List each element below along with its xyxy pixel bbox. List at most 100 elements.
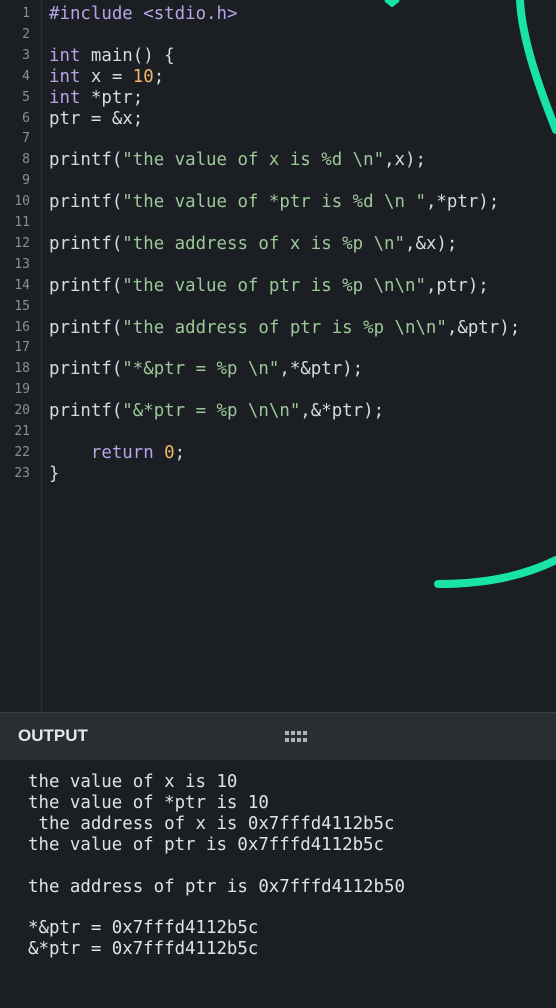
code-token: ,*ptr); (425, 192, 500, 213)
code-text[interactable]: printf("the value of *ptr is %d \n ",*pt… (49, 192, 499, 212)
code-line[interactable]: 21 (0, 422, 556, 442)
code-token: "&*ptr = %p \n\n" (122, 401, 301, 422)
code-token: "the address of x is %p \n" (122, 233, 405, 254)
code-line[interactable]: 15 (0, 297, 556, 317)
output-line: the address of ptr is 0x7fffd4112b50 (28, 876, 405, 897)
code-text[interactable]: printf("the address of ptr is %p \n\n",&… (49, 318, 520, 338)
code-token: } (49, 463, 60, 484)
code-token: printf( (49, 359, 123, 380)
code-token: ,&x); (405, 233, 458, 254)
line-number: 17 (14, 340, 30, 356)
code-line[interactable]: 7 (0, 129, 556, 149)
line-number: 15 (14, 298, 30, 314)
code-token: ; (174, 442, 186, 463)
code-token: printf( (49, 401, 123, 422)
code-line[interactable]: 18 printf("*&ptr = %p \n",*&ptr); (0, 359, 556, 379)
code-token: "the value of x is %d \n" (122, 150, 385, 171)
line-number: 4 (22, 68, 30, 84)
code-line[interactable]: 13 (0, 255, 556, 275)
code-token: int (49, 45, 81, 66)
code-token: ptr = &x; (49, 108, 144, 129)
code-token: 0 (164, 442, 175, 463)
line-number: 22 (14, 444, 30, 460)
code-token: #include <stdio.h> (49, 4, 238, 24)
code-token: printf( (49, 317, 123, 338)
code-line[interactable]: 3 int main() { (0, 46, 556, 66)
code-line[interactable]: 9 (0, 171, 556, 191)
code-token: 10 (132, 66, 154, 87)
code-text[interactable]: int main() { (49, 46, 175, 66)
code-token: ,x); (384, 150, 426, 171)
code-line[interactable]: 4 int x = 10; (0, 67, 556, 87)
code-line[interactable]: 22 return 0; (0, 443, 556, 463)
code-token: int (49, 66, 81, 87)
code-token: ,ptr); (425, 275, 489, 296)
code-text[interactable]: printf("*&ptr = %p \n",*&ptr); (49, 359, 363, 379)
code-token: "the value of ptr is %p \n\n" (122, 275, 426, 296)
line-number: 10 (14, 194, 30, 210)
code-line[interactable]: 12 printf("the address of x is %p \n",&x)… (0, 234, 556, 254)
code-line[interactable]: 2 (0, 25, 556, 45)
line-number: 12 (14, 235, 30, 251)
drag-handle-icon[interactable] (285, 731, 307, 743)
code-text[interactable]: printf("&*ptr = %p \n\n",&*ptr); (49, 401, 384, 421)
code-line[interactable]: 10 printf("the value of *ptr is %d \n ",*… (0, 192, 556, 212)
output-line: the value of x is 10 (28, 772, 238, 792)
code-token: ,*&ptr); (279, 359, 364, 380)
code-token: x = (80, 66, 133, 87)
output-header[interactable]: OUTPUT (0, 712, 556, 760)
code-text[interactable]: ptr = &x; (49, 109, 143, 129)
line-number: 5 (22, 89, 30, 105)
line-number: 1 (22, 6, 30, 21)
code-text[interactable]: int x = 10; (49, 67, 164, 87)
line-number: 3 (22, 47, 30, 63)
code-line[interactable]: 11 (0, 213, 556, 233)
line-number: 18 (14, 361, 30, 377)
code-line[interactable]: 6 ptr = &x; (0, 109, 556, 129)
line-number: 23 (14, 465, 30, 481)
code-text[interactable]: #include <stdio.h> (49, 4, 237, 24)
code-line[interactable]: 17 (0, 338, 556, 358)
code-text[interactable]: printf("the value of ptr is %p \n\n",ptr… (49, 276, 489, 296)
line-number: 19 (14, 382, 30, 398)
output-line: the value of *ptr is 10 (28, 792, 269, 813)
code-token: return (49, 442, 165, 463)
code-token: printf( (49, 150, 123, 171)
code-token: "the address of ptr is %p \n\n" (122, 317, 447, 338)
code-editor[interactable]: 1 #include <stdio.h> 2 3 int main() {4 int x … (0, 0, 556, 712)
line-number: 14 (14, 277, 30, 293)
line-number: 13 (14, 256, 30, 272)
code-token: ; (153, 66, 165, 87)
line-number: 9 (22, 173, 30, 189)
line-number: 11 (14, 215, 30, 230)
output-line: &*ptr = 0x7fffd4112b5c (28, 939, 259, 960)
line-number: 21 (14, 424, 30, 439)
line-number: 16 (14, 319, 30, 335)
code-line[interactable]: 23} (0, 464, 556, 484)
code-line[interactable]: 8 printf("the value of x is %d \n",x); (0, 150, 556, 170)
code-token: "the value of *ptr is %d \n " (122, 192, 426, 213)
line-number: 7 (22, 131, 30, 147)
output-line: *&ptr = 0x7fffd4112b5c (28, 918, 259, 939)
code-token: *ptr; (80, 87, 144, 108)
code-token: "*&ptr = %p \n" (122, 359, 280, 380)
code-line[interactable]: 14 printf("the value of ptr is %p \n\n",p… (0, 276, 556, 296)
code-token: printf( (49, 192, 123, 213)
code-text[interactable]: printf("the value of x is %d \n",x); (49, 150, 426, 170)
output-line: the address of x is 0x7fffd4112b5c (28, 813, 395, 834)
output-title: OUTPUT (18, 726, 88, 745)
code-text[interactable]: int *ptr; (49, 88, 143, 108)
code-token: printf( (49, 275, 123, 296)
line-number: 2 (22, 26, 30, 42)
code-line[interactable]: 20 printf("&*ptr = %p \n\n",&*ptr); (0, 401, 556, 421)
code-line[interactable]: 5 int *ptr; (0, 88, 556, 108)
code-token: ,&ptr); (446, 317, 521, 338)
code-text[interactable]: return 0; (49, 443, 185, 463)
code-text[interactable]: printf("the address of x is %p \n",&x); (49, 234, 457, 254)
code-line[interactable]: 19 (0, 380, 556, 400)
code-token: ,&*ptr); (300, 401, 385, 422)
code-text[interactable]: } (49, 464, 59, 484)
line-number: 6 (22, 110, 30, 126)
code-line[interactable]: 1 #include <stdio.h> (0, 4, 556, 24)
code-line[interactable]: 16 printf("the address of ptr is %p \n\n"… (0, 318, 556, 338)
